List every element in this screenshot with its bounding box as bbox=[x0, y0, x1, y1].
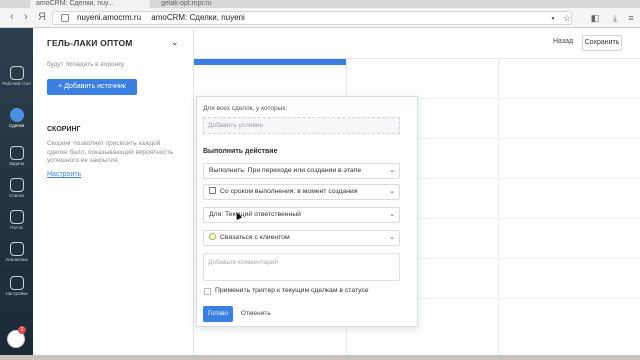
chevron-down-icon[interactable]: ⌄ bbox=[171, 37, 179, 48]
nav-item-tasks[interactable]: Задачи bbox=[0, 146, 33, 166]
done-button[interactable]: Готово bbox=[203, 306, 233, 322]
setup-link[interactable]: Настроить bbox=[47, 171, 81, 178]
nav-item-dashboard[interactable]: Рабочий стол bbox=[0, 66, 33, 86]
os-dock bbox=[0, 355, 640, 360]
lists-icon bbox=[9, 178, 24, 192]
for-all-label: Для всех сделок, у которых: bbox=[203, 105, 288, 112]
execute-select-value: Выполнить: При переходе или создании в э… bbox=[209, 167, 362, 174]
nav-item-lists[interactable]: Списки bbox=[0, 178, 33, 198]
calendar-icon bbox=[209, 187, 216, 194]
chat-badge: 2 bbox=[18, 326, 26, 334]
extension-icon[interactable]: ◧ bbox=[590, 13, 600, 23]
nav-item-analytics[interactable]: Аналитика bbox=[0, 242, 33, 262]
analytics-icon bbox=[9, 242, 24, 256]
nav-label: Списки bbox=[9, 193, 24, 198]
mail-icon bbox=[9, 210, 24, 224]
scoring-description: Скоринг позволяет присвоить каждой сделк… bbox=[47, 140, 174, 164]
dashboard-icon bbox=[9, 66, 24, 80]
url-field[interactable]: nuyeni.amocrm.ru amoCRM: Сделки, nuyeni bbox=[52, 11, 572, 25]
execute-select[interactable]: Выполнить: При переходе или создании в э… bbox=[203, 163, 400, 179]
page-title-text: amoCRM: Сделки, nuyeni bbox=[151, 13, 245, 22]
back-button[interactable]: Назад bbox=[553, 38, 573, 45]
source-description: будут попадать в воронку bbox=[47, 61, 125, 68]
chevron-down-icon: ⌄ bbox=[389, 234, 395, 241]
nav-label: Задачи bbox=[8, 161, 25, 166]
comment-textarea[interactable]: Добавьте комментарий bbox=[203, 253, 400, 281]
task-type-select-value: Связаться с клиентом bbox=[220, 234, 290, 241]
task-type-icon bbox=[209, 233, 216, 240]
back-arrow-icon[interactable]: ‹ bbox=[6, 11, 18, 23]
cancel-button[interactable]: Отменить bbox=[241, 306, 271, 322]
save-button[interactable]: Сохранить bbox=[582, 35, 622, 51]
pipeline-title: ГЕЛЬ-ЛАКИ ОПТОМ bbox=[47, 38, 133, 48]
nav-item-mail[interactable]: Почта bbox=[0, 210, 33, 230]
reader-icon[interactable]: ▪ bbox=[548, 13, 558, 23]
yandex-icon[interactable]: Я bbox=[36, 11, 48, 23]
browser-tab-inactive[interactable]: gelak-opt.mpr.ru bbox=[155, 0, 265, 8]
board-topbar: Назад Сохранить bbox=[194, 28, 640, 59]
scoring-title: СКОРИНГ bbox=[47, 126, 81, 133]
browser-tab-active[interactable]: amoCRM: Сделки, nuy... bbox=[30, 0, 150, 8]
app-window: Рабочий стол Сделки Задачи Списки Почта … bbox=[0, 28, 640, 355]
stage-color-bar bbox=[194, 59, 346, 65]
chevron-down-icon: ⌄ bbox=[389, 188, 395, 195]
settings-icon bbox=[9, 276, 24, 290]
nav-label: Почта bbox=[10, 225, 23, 230]
lock-icon bbox=[61, 14, 69, 22]
nav-item-settings[interactable]: Настройки bbox=[0, 276, 33, 296]
url-text: nuyeni.amocrm.ru bbox=[77, 13, 142, 22]
browser-tab-bar: amoCRM: Сделки, nuy... gelak-opt.mpr.ru bbox=[0, 0, 640, 8]
stage-divider bbox=[498, 59, 499, 355]
nav-label: Настройки bbox=[5, 291, 28, 296]
add-source-button[interactable]: + Добавить источник bbox=[47, 79, 137, 95]
address-bar: ‹ › Я nuyeni.amocrm.ru amoCRM: Сделки, n… bbox=[0, 8, 640, 28]
star-icon[interactable]: ☆ bbox=[562, 13, 572, 23]
left-navigation: Рабочий стол Сделки Задачи Списки Почта … bbox=[0, 28, 33, 355]
chevron-down-icon: ⌄ bbox=[389, 167, 395, 174]
trigger-popup: Для всех сделок, у которых: Добавить усл… bbox=[196, 96, 418, 327]
menu-icon[interactable]: ≡ bbox=[626, 13, 636, 23]
chevron-down-icon: ⌄ bbox=[389, 211, 395, 218]
tasks-icon bbox=[9, 146, 24, 160]
deadline-select-value: Со сроком выполнения: в момент создания bbox=[220, 188, 358, 195]
apply-existing-label[interactable]: Применить триггер к текущим сделкам в ст… bbox=[215, 287, 369, 294]
forward-arrow-icon[interactable]: › bbox=[20, 11, 32, 23]
deadline-select[interactable]: Со сроком выполнения: в момент создания … bbox=[203, 184, 400, 200]
action-heading: Выполнить действие bbox=[203, 148, 278, 155]
nav-label: Сделки bbox=[8, 123, 25, 128]
deals-icon bbox=[9, 108, 24, 122]
download-icon[interactable]: ⤓ bbox=[610, 13, 620, 23]
add-condition-field[interactable]: Добавить условие bbox=[203, 117, 400, 134]
responsible-select-value: Для: Текущий ответственный bbox=[209, 211, 301, 218]
nav-label: Рабочий стол bbox=[2, 81, 31, 86]
nav-item-deals[interactable]: Сделки bbox=[0, 108, 33, 128]
responsible-select[interactable]: Для: Текущий ответственный ⌄ bbox=[203, 207, 400, 223]
nav-label: Аналитика bbox=[5, 257, 28, 262]
pipeline-settings-panel: ГЕЛЬ-ЛАКИ ОПТОМ ⌄ будут попадать в ворон… bbox=[33, 28, 194, 355]
apply-existing-checkbox[interactable] bbox=[204, 288, 211, 295]
task-type-select[interactable]: Связаться с клиентом ⌄ bbox=[203, 230, 400, 246]
